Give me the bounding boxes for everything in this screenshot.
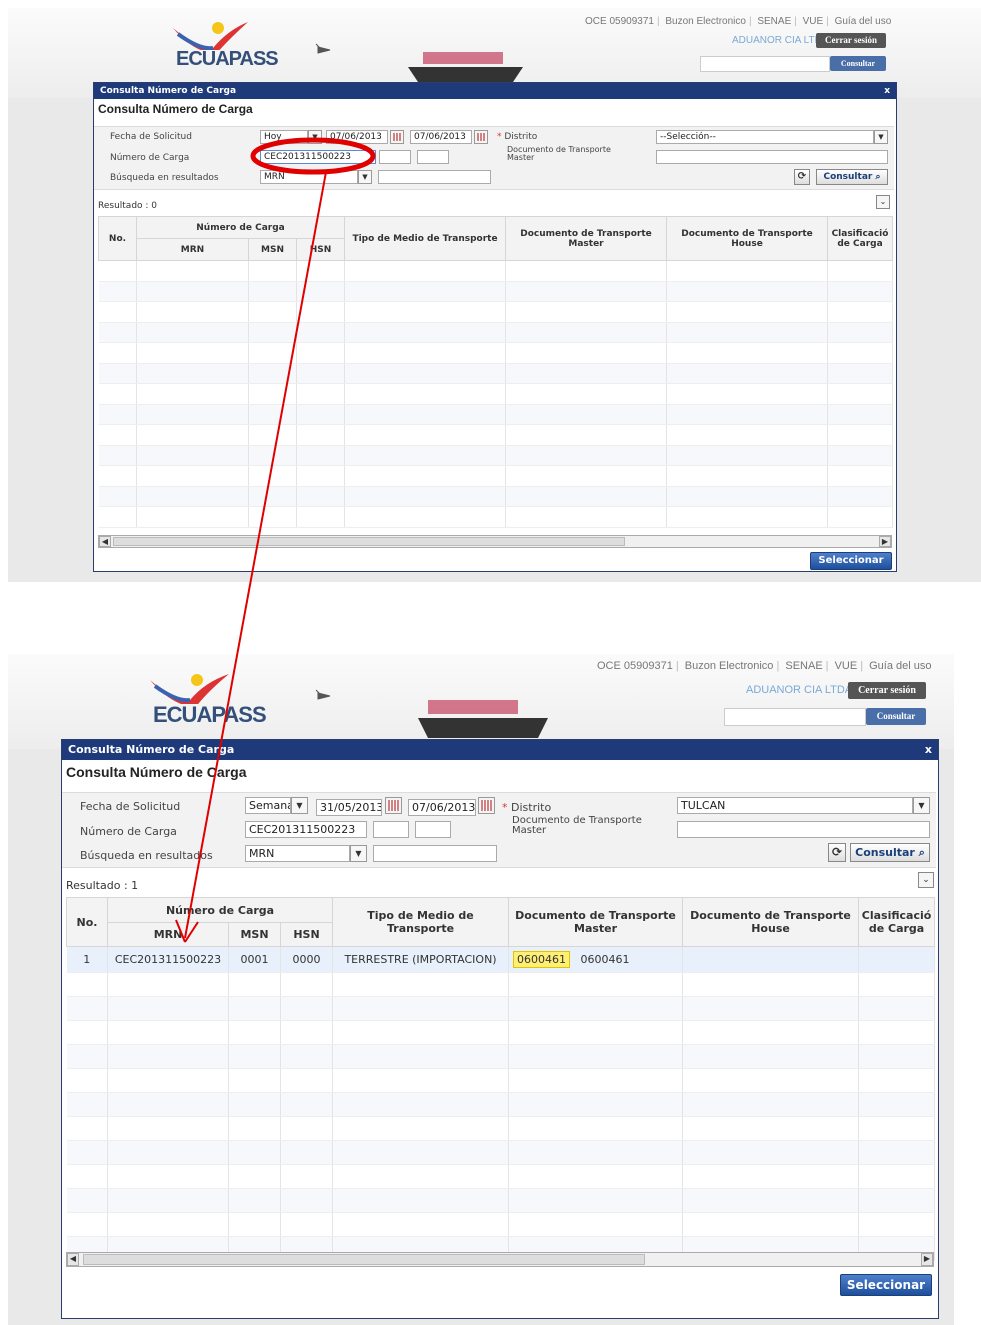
highlight-circle-annotation bbox=[250, 137, 376, 175]
annotation-overlay bbox=[175, 137, 376, 943]
arrow-line-annotation bbox=[184, 171, 327, 939]
